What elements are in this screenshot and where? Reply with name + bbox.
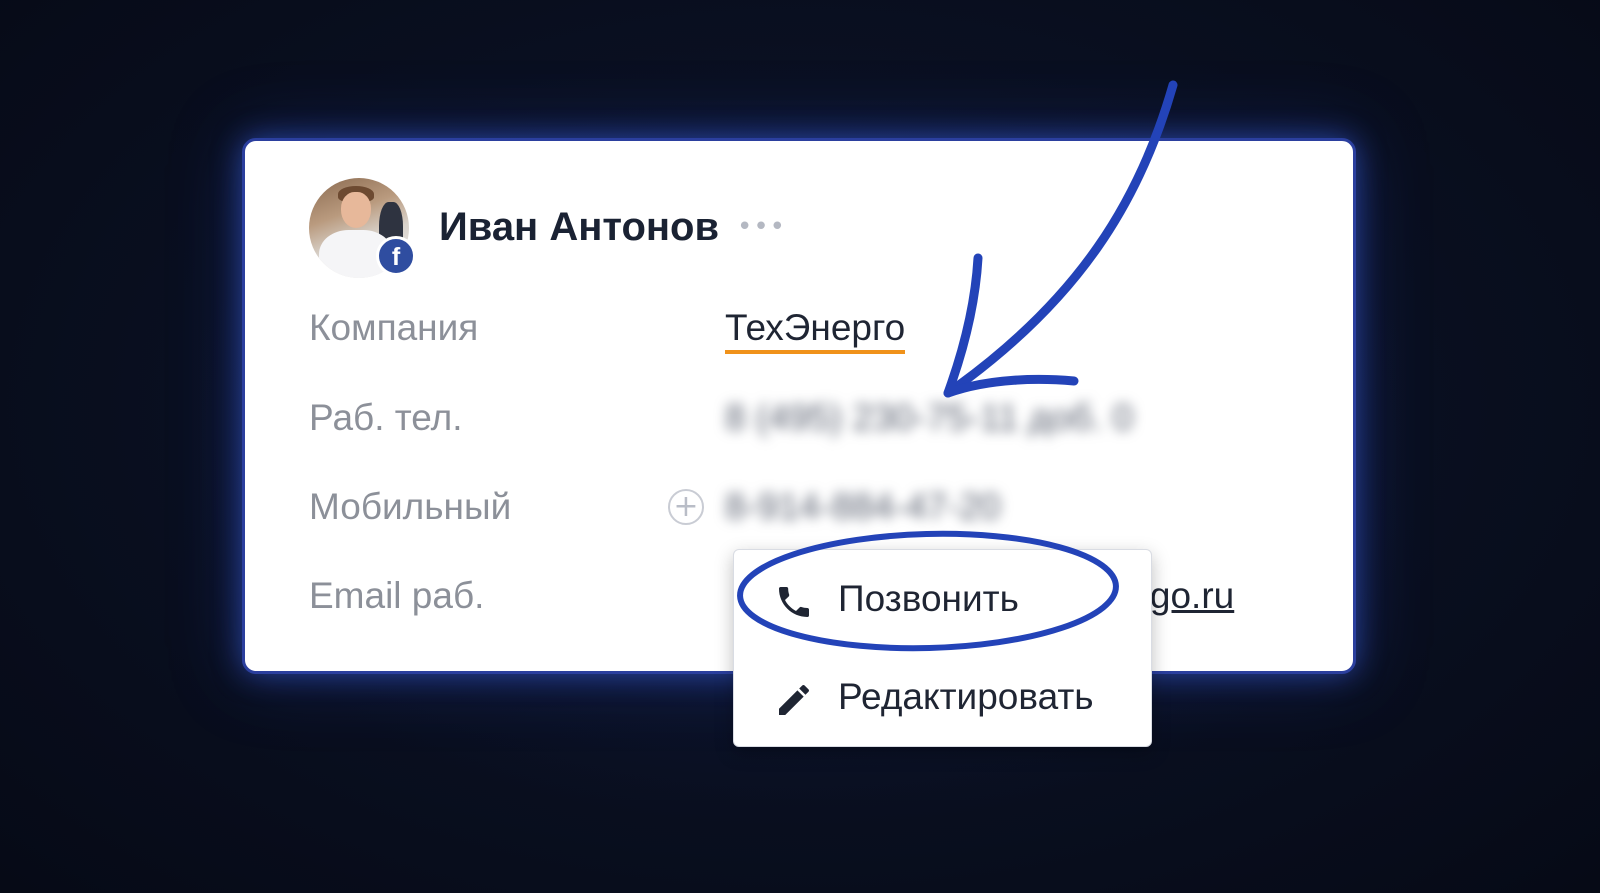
add-phone-button[interactable]: + <box>668 489 704 525</box>
facebook-icon[interactable]: f <box>376 236 416 276</box>
pencil-icon <box>779 684 809 715</box>
phone-icon <box>779 587 809 617</box>
company-link[interactable]: ТехЭнерго <box>725 307 906 354</box>
company-label: Компания <box>309 307 479 348</box>
mobile-label: Мобильный <box>309 486 512 527</box>
mobile-value[interactable]: 8-914-884-47-20 <box>725 486 1001 528</box>
avatar-face <box>341 192 371 228</box>
work-phone-value[interactable]: 8 (495) 230-75-11 доб. 0 <box>725 397 1133 439</box>
menu-item-edit[interactable]: Редактировать <box>734 654 1151 744</box>
menu-item-call[interactable]: Позвонить <box>734 556 1151 646</box>
menu-item-edit-label: Редактировать <box>838 676 1094 717</box>
work-phone-label: Раб. тел. <box>309 397 463 438</box>
contact-name: Иван Антонов <box>439 205 720 249</box>
more-options-icon[interactable]: ••• <box>737 205 785 249</box>
context-menu: Позвонить Редактировать <box>733 549 1152 747</box>
work-email-label: Email раб. <box>309 575 485 616</box>
menu-item-call-label: Позвонить <box>838 578 1019 619</box>
